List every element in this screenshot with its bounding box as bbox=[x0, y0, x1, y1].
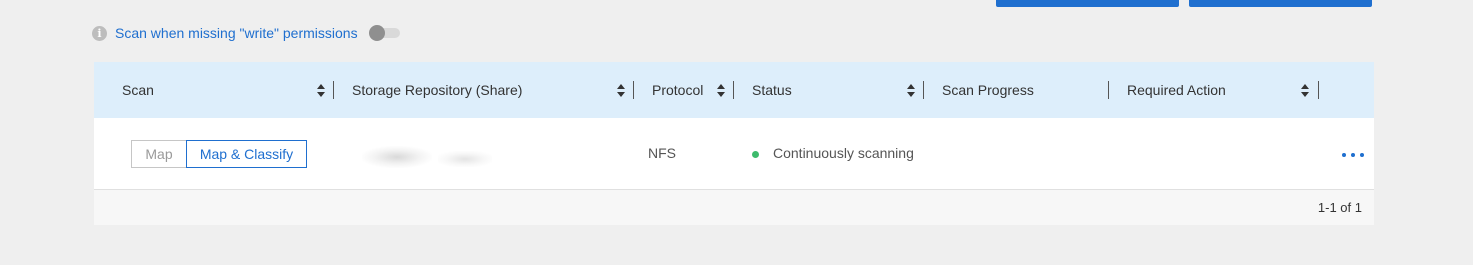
scan-missing-write-option: i Scan when missing "write" permissions bbox=[92, 24, 400, 42]
column-divider[interactable] bbox=[1108, 81, 1109, 99]
redacted-blur bbox=[362, 146, 432, 168]
column-divider[interactable] bbox=[1318, 81, 1319, 99]
column-header-label: Storage Repository (Share) bbox=[352, 82, 523, 98]
storage-repository-name-redacted bbox=[362, 146, 492, 170]
protocol-value: NFS bbox=[648, 145, 676, 161]
column-divider[interactable] bbox=[333, 81, 334, 99]
column-header-status[interactable]: Status bbox=[752, 62, 792, 118]
column-header-label: Required Action bbox=[1127, 82, 1226, 98]
column-header-label: Protocol bbox=[652, 82, 704, 98]
column-divider[interactable] bbox=[633, 81, 634, 99]
column-header-label: Status bbox=[752, 82, 792, 98]
column-header-label: Scan bbox=[122, 82, 154, 98]
sort-icon[interactable] bbox=[1300, 83, 1310, 98]
sort-icon[interactable] bbox=[716, 83, 726, 98]
status-value: Continuously scanning bbox=[773, 145, 914, 161]
map-button[interactable]: Map bbox=[131, 140, 187, 168]
column-header-scan[interactable]: Scan bbox=[122, 62, 154, 118]
table-row: Map Map & Classify NFS Continuously scan… bbox=[94, 118, 1374, 190]
top-action-button-2[interactable] bbox=[1189, 0, 1372, 7]
column-divider[interactable] bbox=[923, 81, 924, 99]
table-footer: 1-1 of 1 bbox=[94, 190, 1374, 225]
column-header-storage-repository[interactable]: Storage Repository (Share) bbox=[352, 62, 522, 118]
pagination-info: 1-1 of 1 bbox=[1317, 200, 1362, 215]
more-actions-icon[interactable] bbox=[1342, 151, 1364, 159]
sort-icon[interactable] bbox=[616, 83, 626, 98]
sort-icon[interactable] bbox=[316, 83, 326, 98]
scan-missing-write-label: Scan when missing "write" permissions bbox=[115, 25, 358, 41]
scan-table: Scan Storage Repository (Share) Protocol… bbox=[94, 62, 1374, 225]
column-header-label: Scan Progress bbox=[942, 82, 1034, 98]
status-dot-icon bbox=[752, 151, 759, 158]
info-icon[interactable]: i bbox=[92, 25, 107, 41]
sort-icon[interactable] bbox=[906, 83, 916, 98]
redacted-blur bbox=[438, 151, 492, 167]
column-header-scan-progress: Scan Progress bbox=[942, 62, 1034, 118]
column-divider[interactable] bbox=[733, 81, 734, 99]
map-and-classify-button[interactable]: Map & Classify bbox=[186, 140, 307, 168]
toggle-knob bbox=[368, 25, 385, 41]
top-action-button-1[interactable] bbox=[996, 0, 1179, 7]
column-header-required-action[interactable]: Required Action bbox=[1127, 62, 1226, 118]
column-header-protocol[interactable]: Protocol bbox=[652, 62, 703, 118]
scan-missing-write-toggle[interactable] bbox=[368, 25, 400, 41]
scan-mode-selector: Map Map & Classify bbox=[131, 140, 307, 168]
table-header: Scan Storage Repository (Share) Protocol… bbox=[94, 62, 1374, 118]
